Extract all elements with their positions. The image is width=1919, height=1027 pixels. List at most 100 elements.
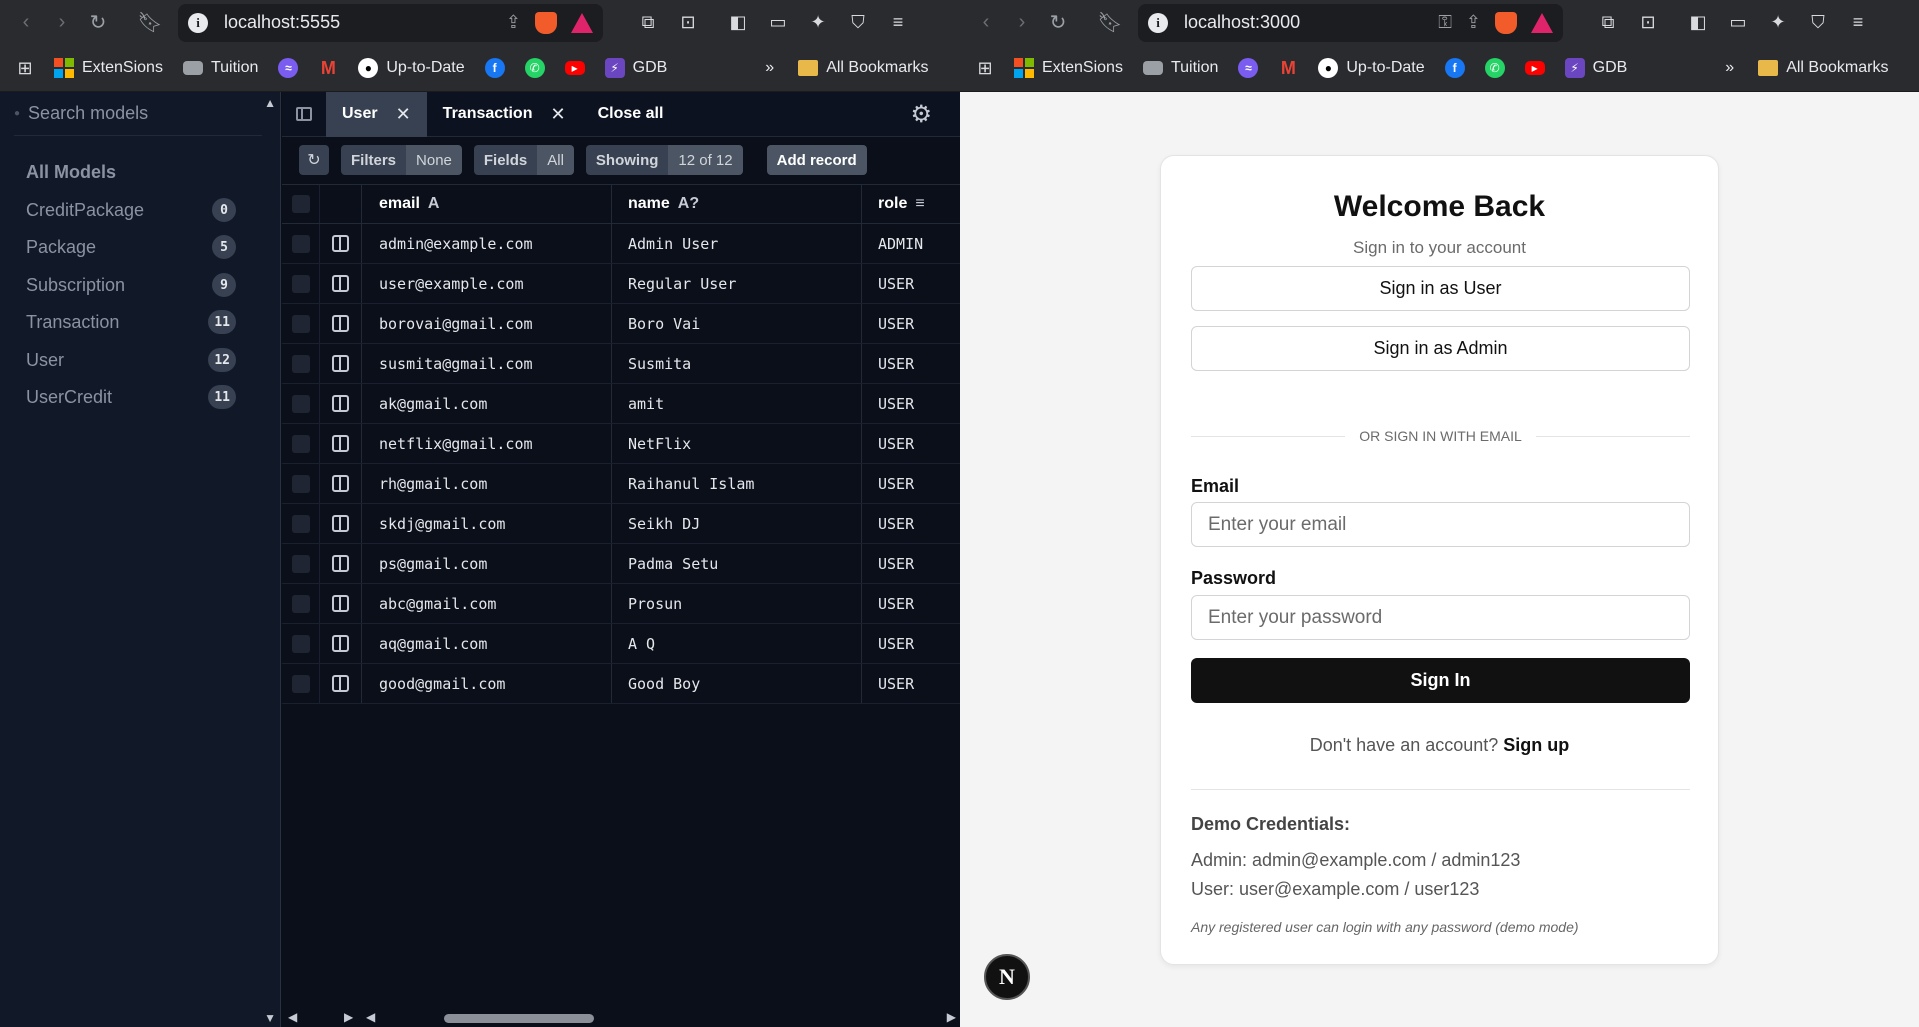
select-all-checkbox[interactable] xyxy=(291,195,310,213)
cell-email[interactable]: netflix@gmail.com xyxy=(362,424,612,463)
model-item-transaction[interactable]: Transaction 11 xyxy=(26,307,236,337)
brave-rewards-icon[interactable] xyxy=(1531,12,1553,33)
table-row[interactable]: user@example.com Regular User USER xyxy=(282,264,960,304)
table-row[interactable]: netflix@gmail.com NetFlix USER xyxy=(282,424,960,464)
cell-name[interactable]: Susmita xyxy=(612,344,862,383)
cell-role[interactable]: USER xyxy=(862,464,960,503)
bookmark-gdb[interactable]: ⚡︎ GDB xyxy=(604,58,667,78)
open-record-icon[interactable] xyxy=(332,515,349,532)
address-bar[interactable]: i localhost:3000 ⚿ ⇪ xyxy=(1138,3,1563,42)
leo-ai-icon[interactable]: ✦ xyxy=(807,12,829,34)
bookmark-facebook[interactable]: f xyxy=(1444,58,1465,78)
cell-email[interactable]: good@gmail.com xyxy=(362,664,612,703)
showing-button[interactable]: Showing 12 of 12 xyxy=(585,145,743,175)
bookmark-messenger[interactable]: ≈ xyxy=(1238,58,1259,78)
all-bookmarks-folder[interactable]: All Bookmarks xyxy=(1758,59,1888,77)
bookmark-gdb[interactable]: ⚡︎ GDB xyxy=(1564,58,1627,78)
cell-role[interactable]: USER xyxy=(862,544,960,583)
open-record-icon[interactable] xyxy=(332,395,349,412)
table-row[interactable]: skdj@gmail.com Seikh DJ USER xyxy=(282,504,960,544)
bookmark-tuition[interactable]: Tuition xyxy=(182,59,258,77)
open-record-cell[interactable] xyxy=(320,544,362,583)
open-record-icon[interactable] xyxy=(332,475,349,492)
brave-rewards-icon[interactable] xyxy=(571,12,593,33)
menu-icon[interactable]: ≡ xyxy=(887,12,909,34)
password-field[interactable] xyxy=(1191,595,1690,640)
row-checkbox[interactable] xyxy=(291,474,310,493)
column-header-name[interactable]: name A? xyxy=(612,185,862,223)
add-record-button[interactable]: Add record xyxy=(766,145,867,175)
table-row[interactable]: susmita@gmail.com Susmita USER xyxy=(282,344,960,384)
menu-icon[interactable]: ≡ xyxy=(1847,12,1869,34)
open-record-cell[interactable] xyxy=(320,304,362,343)
share-icon[interactable]: ⇪ xyxy=(506,12,521,33)
scroll-down-arrow[interactable]: ▼ xyxy=(264,1011,276,1025)
open-record-cell[interactable] xyxy=(320,424,362,463)
open-record-cell[interactable] xyxy=(320,664,362,703)
scrollbar-thumb[interactable] xyxy=(444,1014,594,1023)
vpn-icon[interactable]: ⛉ xyxy=(847,12,869,34)
cell-email[interactable]: borovai@gmail.com xyxy=(362,304,612,343)
row-select-cell[interactable] xyxy=(282,464,320,503)
toggle-sidebar-icon[interactable] xyxy=(282,92,326,136)
column-header-email[interactable]: email A xyxy=(362,185,612,223)
bookmark-icon[interactable]: 🔖︎ xyxy=(1092,5,1128,41)
tab-transaction[interactable]: Transaction ✕ xyxy=(427,92,582,137)
apps-grid-icon[interactable]: ⊞ xyxy=(974,57,996,79)
extensions-icon[interactable]: ⧉ xyxy=(1597,12,1619,34)
bookmark-youtube[interactable]: ▸ xyxy=(1524,61,1545,75)
open-record-icon[interactable] xyxy=(332,635,349,652)
bookmark-whatsapp[interactable]: ✆ xyxy=(524,58,545,78)
cell-email[interactable]: abc@gmail.com xyxy=(362,584,612,623)
row-checkbox[interactable] xyxy=(291,554,310,573)
table-row[interactable]: good@gmail.com Good Boy USER xyxy=(282,664,960,704)
cell-role[interactable]: USER xyxy=(862,304,960,343)
row-select-cell[interactable] xyxy=(282,664,320,703)
cell-name[interactable]: Prosun xyxy=(612,584,862,623)
row-checkbox[interactable] xyxy=(291,354,310,373)
reload-icon[interactable]: ↻ xyxy=(80,5,116,41)
cell-email[interactable]: aq@gmail.com xyxy=(362,624,612,663)
address-bar[interactable]: i localhost:5555 ⇪ xyxy=(178,3,603,42)
cell-email[interactable]: admin@example.com xyxy=(362,224,612,263)
bookmark-tuition[interactable]: Tuition xyxy=(1142,59,1218,77)
model-item-usercredit[interactable]: UserCredit 11 xyxy=(26,382,236,412)
cell-name[interactable]: Good Boy xyxy=(612,664,862,703)
column-header-role[interactable]: role ≡ xyxy=(862,185,960,223)
back-icon[interactable]: ‹ xyxy=(968,5,1004,41)
wallet-icon[interactable]: ▭ xyxy=(1727,12,1749,34)
open-record-icon[interactable] xyxy=(332,555,349,572)
row-select-cell[interactable] xyxy=(282,584,320,623)
cell-role[interactable]: USER xyxy=(862,624,960,663)
row-select-cell[interactable] xyxy=(282,504,320,543)
cell-name[interactable]: A Q xyxy=(612,624,862,663)
table-row[interactable]: ak@gmail.com amit USER xyxy=(282,384,960,424)
open-record-cell[interactable] xyxy=(320,344,362,383)
close-icon[interactable]: ✕ xyxy=(396,104,411,125)
row-checkbox[interactable] xyxy=(291,594,310,613)
row-select-cell[interactable] xyxy=(282,544,320,583)
scroll-left-arrow[interactable]: ◀ xyxy=(288,1010,297,1024)
forward-icon[interactable]: › xyxy=(44,5,80,41)
table-row[interactable]: ps@gmail.com Padma Setu USER xyxy=(282,544,960,584)
cell-email[interactable]: rh@gmail.com xyxy=(362,464,612,503)
open-record-cell[interactable] xyxy=(320,224,362,263)
vpn-icon[interactable]: ⛉ xyxy=(1807,12,1829,34)
open-record-cell[interactable] xyxy=(320,384,362,423)
bookmark-whatsapp[interactable]: ✆ xyxy=(1484,58,1505,78)
bookmark-gmail[interactable]: M xyxy=(1278,58,1298,78)
open-record-cell[interactable] xyxy=(320,624,362,663)
table-row[interactable]: rh@gmail.com Raihanul Islam USER xyxy=(282,464,960,504)
cell-email[interactable]: skdj@gmail.com xyxy=(362,504,612,543)
row-select-cell[interactable] xyxy=(282,304,320,343)
share-icon[interactable]: ⇪ xyxy=(1466,12,1481,33)
open-record-icon[interactable] xyxy=(332,595,349,612)
sign-in-button[interactable]: Sign In xyxy=(1191,658,1690,703)
cell-name[interactable]: Boro Vai xyxy=(612,304,862,343)
bookmark-icon[interactable]: 🔖︎ xyxy=(132,5,168,41)
brave-shields-icon[interactable] xyxy=(535,11,557,34)
fields-button[interactable]: Fields All xyxy=(473,145,574,175)
scroll-up-arrow[interactable]: ▲ xyxy=(264,96,276,110)
search-models-input[interactable]: ● Search models xyxy=(14,92,262,136)
bookmark-youtube[interactable]: ▸ xyxy=(564,61,585,75)
